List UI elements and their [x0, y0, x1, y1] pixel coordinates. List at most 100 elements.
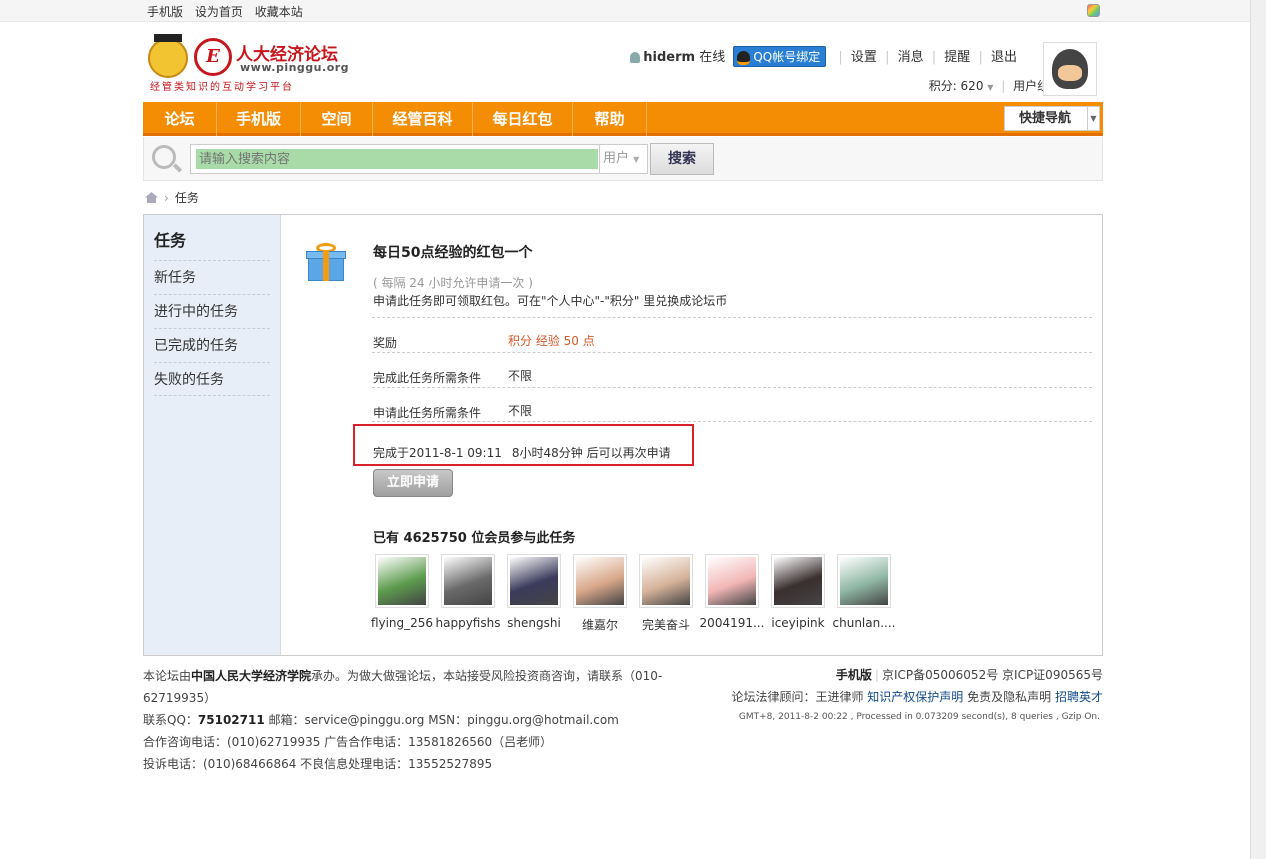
- member-avatar-image[interactable]: [705, 554, 759, 608]
- nav-item-forum[interactable]: 论坛: [143, 102, 217, 136]
- theme-palette-icon[interactable]: [1087, 4, 1100, 17]
- member-name[interactable]: 维嘉尔: [567, 616, 633, 633]
- task-panel: 任务 新任务 进行中的任务 已完成的任务 失败的任务 每日50点经验的红包一个 …: [143, 214, 1103, 656]
- avatar-photo: [708, 557, 756, 605]
- user-link-settings[interactable]: 设置: [851, 50, 877, 65]
- member-avatar-item[interactable]: 维嘉尔: [571, 554, 629, 633]
- pirate-avatar-icon: [1052, 49, 1088, 89]
- footer-line: 联系QQ：75102711 邮箱：service@pinggu.org MSN：…: [143, 713, 619, 727]
- search-input-wrapper: [190, 144, 600, 174]
- nav-item-wiki[interactable]: 经管百科: [373, 102, 473, 136]
- user-link-logout[interactable]: 退出: [991, 50, 1017, 65]
- quick-nav-button[interactable]: 快捷导航 ▼: [1004, 106, 1100, 131]
- footer-line: 本论坛由中国人民大学经济学院承办。为做大做强论坛，本站接受风险投资商咨询，请联系…: [143, 669, 663, 705]
- member-avatar-item[interactable]: happyfishs: [436, 554, 500, 630]
- logo-url: www.pinggu.org: [240, 61, 350, 74]
- footer-icp2[interactable]: 京ICP证090565号: [1002, 668, 1103, 682]
- avatar-photo: [378, 557, 426, 605]
- user-icon: [630, 52, 641, 63]
- main-nav: 论坛 手机版 空间 经管百科 每日红包 帮助 快捷导航 ▼: [143, 102, 1103, 136]
- search-type-select[interactable]: 用户 ▼: [600, 144, 648, 174]
- task-interval: ( 每隔 24 小时允许申请一次 ): [373, 276, 533, 290]
- sidebar-item-in-progress[interactable]: 进行中的任务: [154, 294, 270, 328]
- top-bar: 手机版 设为首页 收藏本站: [0, 0, 1250, 22]
- home-icon[interactable]: [145, 192, 158, 203]
- gift-box-icon: [306, 243, 346, 283]
- member-name[interactable]: shengshi: [501, 616, 567, 630]
- top-links: 手机版 设为首页 收藏本站: [147, 3, 311, 20]
- member-avatar-image[interactable]: [375, 554, 429, 608]
- row-value: 不限: [508, 369, 533, 383]
- quick-nav-label: 快捷导航: [1019, 111, 1072, 126]
- sidebar-item-completed[interactable]: 已完成的任务: [154, 328, 270, 362]
- footer-legal: 论坛法律顾问：王进律师: [731, 690, 864, 704]
- user-link-messages[interactable]: 消息: [898, 50, 924, 65]
- member-name[interactable]: iceyipink: [765, 616, 831, 630]
- footer-icp1[interactable]: 京ICP备05006052号: [882, 668, 998, 682]
- top-link-bookmark[interactable]: 收藏本站: [255, 5, 303, 19]
- search-button[interactable]: 搜索: [650, 143, 714, 175]
- member-name[interactable]: 完美奋斗: [633, 616, 699, 633]
- footer-link-ip-statement[interactable]: 知识产权保护声明: [867, 690, 963, 704]
- member-avatar-image[interactable]: [771, 554, 825, 608]
- chevron-down-icon: ▼: [1087, 107, 1099, 130]
- footer-link-mobile[interactable]: 手机版: [836, 668, 872, 682]
- row-value: 积分 经验 50 点: [508, 334, 595, 348]
- user-info: hiderm 在线 QQ帐号绑定 | 设置 | 消息 | 提醒 | 退出: [630, 46, 1017, 67]
- task-row-reward: 奖励 积分 经验 50 点: [372, 317, 1092, 352]
- search-icon: [152, 145, 176, 169]
- apply-now-button[interactable]: 立即申请: [373, 469, 453, 497]
- username[interactable]: hiderm: [643, 50, 695, 65]
- footer-stats: GMT+8, 2011-8-2 00:22 , Processed in 0.0…: [738, 712, 1100, 722]
- member-avatar-item[interactable]: 2004191...: [700, 554, 764, 630]
- search-input[interactable]: [196, 149, 598, 169]
- sidebar-title: 任务: [154, 231, 187, 250]
- member-avatar-item[interactable]: shengshi: [505, 554, 563, 630]
- nav-item-mobile[interactable]: 手机版: [217, 102, 301, 136]
- task-description: 申请此任务即可领取红包。可在"个人中心"-"积分" 里兑换成论坛币: [373, 294, 728, 308]
- row-value: 不限: [508, 404, 533, 418]
- footer-link-disclaimer[interactable]: 免责及隐私声明: [967, 690, 1051, 704]
- nav-item-daily-redpacket[interactable]: 每日红包: [473, 102, 573, 136]
- member-avatar-image[interactable]: [573, 554, 627, 608]
- member-avatar-image[interactable]: [441, 554, 495, 608]
- row-key: 申请此任务所需条件: [373, 406, 482, 420]
- member-avatar-item[interactable]: iceyipink: [769, 554, 827, 630]
- member-avatar-image[interactable]: [507, 554, 561, 608]
- member-avatar-item[interactable]: chunlan....: [833, 554, 895, 630]
- footer-link-jobs[interactable]: 招聘英才: [1055, 690, 1103, 704]
- qq-bind-label: QQ帐号绑定: [753, 50, 821, 64]
- divider: |: [838, 50, 843, 65]
- member-avatar-item[interactable]: 完美奋斗: [637, 554, 695, 633]
- member-name[interactable]: chunlan....: [831, 616, 897, 630]
- member-name[interactable]: happyfishs: [435, 616, 501, 630]
- user-avatar[interactable]: [1043, 42, 1097, 96]
- sidebar-item-failed[interactable]: 失败的任务: [154, 362, 270, 396]
- emblem-logo-icon: E: [194, 38, 232, 76]
- credits-menu[interactable]: 积分: 620 ▼: [929, 79, 994, 93]
- site-logo[interactable]: E 人大经济论坛 www.pinggu.org 经管类知识的互动学习平台: [148, 34, 349, 94]
- member-avatar-image[interactable]: [837, 554, 891, 608]
- top-link-set-homepage[interactable]: 设为首页: [195, 5, 243, 19]
- member-avatar-item[interactable]: flying_256: [371, 554, 433, 630]
- member-name[interactable]: 2004191...: [699, 616, 765, 630]
- member-name[interactable]: flying_256: [369, 616, 435, 630]
- highlight-box: [353, 424, 694, 466]
- breadcrumb-current: 任务: [174, 191, 199, 205]
- logo-slogan: 经管类知识的互动学习平台: [150, 82, 294, 93]
- participants-count: 已有 4625750 位会员参与此任务: [373, 531, 576, 546]
- task-row-apply-condition: 申请此任务所需条件 不限: [372, 387, 1092, 422]
- top-link-mobile[interactable]: 手机版: [147, 5, 183, 19]
- qq-penguin-icon: [737, 50, 751, 65]
- nav-item-space[interactable]: 空间: [301, 102, 373, 136]
- member-avatar-image[interactable]: [639, 554, 693, 608]
- vertical-scrollbar[interactable]: [1250, 0, 1266, 859]
- qq-bind-button[interactable]: QQ帐号绑定: [733, 46, 827, 67]
- nav-item-help[interactable]: 帮助: [573, 102, 647, 136]
- mascot-logo-icon: [148, 34, 188, 78]
- divider: |: [885, 50, 890, 65]
- user-link-reminders[interactable]: 提醒: [944, 50, 970, 65]
- sidebar-item-new-tasks[interactable]: 新任务: [154, 260, 270, 294]
- row-key: 完成此任务所需条件: [373, 371, 482, 385]
- task-title: 每日50点经验的红包一个: [373, 245, 533, 261]
